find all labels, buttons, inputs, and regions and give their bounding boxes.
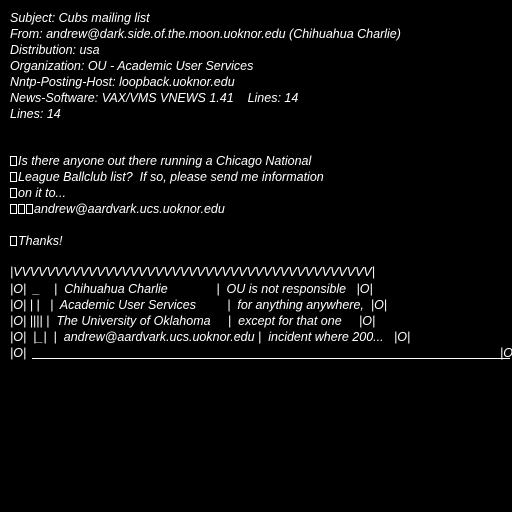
body-line: andrew@aardvark.ucs.uoknor.edu	[10, 201, 225, 217]
body-text: League Ballclub list? If so, please send…	[18, 170, 324, 184]
body-line: on it to...	[10, 185, 66, 201]
tab-glyph-icon	[10, 156, 17, 166]
body-text: andrew@aardvark.ucs.uoknor.edu	[34, 202, 225, 216]
from-header: From: andrew@dark.side.of.the.moon.uokno…	[10, 27, 401, 41]
signature-top-border: |VVVVVVVVVVVVVVVVVVVVVVVVVVVVVVVVVVVVVVV…	[10, 265, 376, 279]
signature-bottom-rule	[32, 358, 510, 359]
tab-glyph-icon	[18, 204, 25, 214]
signature-line: |O| |_| | andrew@aardvark.ucs.uoknor.edu…	[10, 330, 411, 344]
organization-header: Organization: OU - Academic User Service…	[10, 59, 254, 73]
tab-glyph-icon	[10, 188, 17, 198]
nntp-posting-host-header: Nntp-Posting-Host: loopback.uoknor.edu	[10, 75, 235, 89]
body-text: Is there anyone out there running a Chic…	[18, 154, 312, 168]
body-line: Is there anyone out there running a Chic…	[10, 153, 311, 169]
tab-glyph-icon	[10, 172, 17, 182]
body-line: League Ballclub list? If so, please send…	[10, 169, 324, 185]
tab-glyph-icon	[26, 204, 33, 214]
signature-bottom-right-cap: |O	[500, 346, 512, 360]
distribution-header: Distribution: usa	[10, 43, 100, 57]
signature-line: |O| _ | Chihuahua Charlie | OU is not re…	[10, 282, 373, 296]
signature-bottom-left-cap: |O|	[10, 346, 27, 360]
signature-bottom-border: |O| |O	[10, 345, 512, 361]
lines-header: Lines: 14	[10, 107, 61, 121]
news-reader-screen: Subject: Cubs mailing list From: andrew@…	[0, 0, 512, 512]
news-software-header: News-Software: VAX/VMS VNEWS 1.41 Lines:…	[10, 91, 299, 105]
body-text: on it to...	[18, 186, 66, 200]
signature-line: |O| | | | Academic User Services | for a…	[10, 298, 388, 312]
subject-header: Subject: Cubs mailing list	[10, 11, 150, 25]
signature-line: |O| |||| | The University of Oklahoma | …	[10, 314, 376, 328]
tab-glyph-icon	[10, 204, 17, 214]
closing-line: Thanks!	[10, 233, 62, 249]
closing-text: Thanks!	[18, 234, 63, 248]
tab-glyph-icon	[10, 236, 17, 246]
